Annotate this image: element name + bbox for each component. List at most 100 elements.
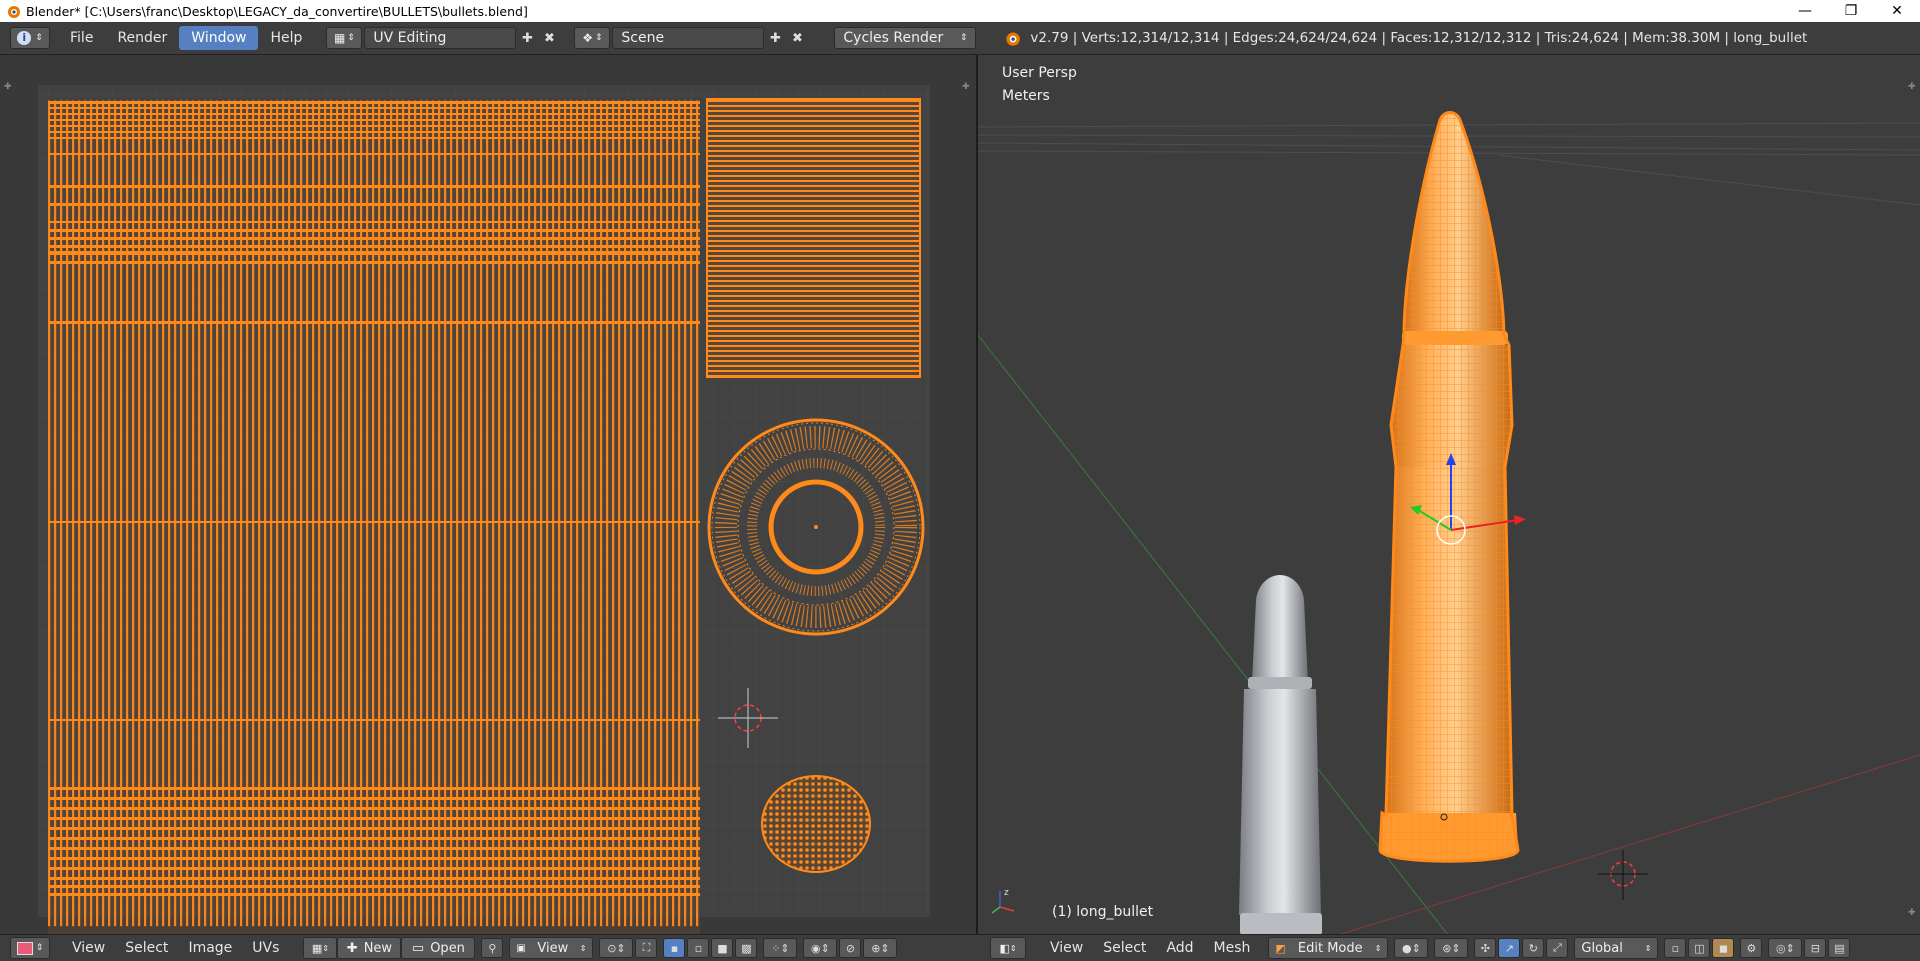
scene-field[interactable]: Scene [612,27,765,49]
edge-select-icon[interactable]: ▫ [687,938,710,958]
axis-gizmo: z [991,888,1015,914]
uv-menu-view[interactable]: View [62,940,115,956]
updown-arrows-icon: ⇕ [35,943,44,953]
scene-label: Scene [621,30,665,46]
pivot-icon[interactable]: ⊙⇕ [599,938,634,958]
menu-window[interactable]: Window [179,26,259,50]
top-menu-bar: i ⇕ File Render Window Help ▦ ⇕ UV Editin… [0,22,1920,55]
scene-statistics: v2.79 | Verts:12,314/12,314 | Edges:24,6… [1030,30,1808,46]
remove-scene-icon[interactable]: ✖ [786,27,808,49]
folder-icon: ▭ [411,940,425,956]
minimize-button[interactable]: — [1782,0,1828,22]
scroll-arrow-icon[interactable]: ✚ [4,82,12,92]
3d-viewport[interactable]: z ✚ ✚ User Persp Meters (1) long_bullet [978,55,1920,935]
uv-island-base-disc[interactable] [761,775,871,873]
scene-icon: ❖ [582,31,594,45]
proportional-editing-icon[interactable]: ◎⇕ [1768,938,1803,958]
updown-arrows-icon: ⇕ [959,33,968,43]
3d-cursor[interactable] [1598,850,1648,900]
menu-render[interactable]: Render [105,26,179,50]
uv-island-tip[interactable] [706,98,921,378]
view-mode-dropdown[interactable]: ▣ View ⇕ [509,937,594,959]
sync-selection-icon[interactable]: ⛶ [635,938,658,958]
screen-layout-field[interactable]: UV Editing [364,27,517,49]
editor-type-button[interactable]: i ⇕ [10,27,50,49]
pin-icon[interactable]: ⚲ [481,938,504,958]
add-scene-icon[interactable]: ✚ [764,27,786,49]
blender-logo-icon [8,6,20,18]
uv-menu-image[interactable]: Image [178,940,242,956]
updown-arrows-icon: ⇕ [1374,943,1382,953]
uv-menu-select[interactable]: Select [115,940,178,956]
updown-arrows-icon: ⇕ [1644,943,1652,953]
close-button[interactable]: ✕ [1874,0,1920,22]
scroll-arrow-icon[interactable]: ✚ [1908,908,1916,918]
add-layout-icon[interactable]: ✚ [516,27,538,49]
vertex-select-mode-icon[interactable]: ▫ [1664,938,1687,958]
scroll-arrow-icon[interactable]: ✚ [962,82,970,92]
cube-icon: ◧ [999,941,1010,955]
uv-island-body[interactable] [48,100,700,935]
vp-menu-add[interactable]: Add [1156,940,1203,956]
updown-arrows-icon: ⇕ [1009,943,1017,953]
units-label: Meters [1002,88,1050,104]
long-bullet-mesh[interactable] [1378,111,1520,863]
image-editor-icon [16,941,33,955]
scale-manipulator-icon[interactable]: ⤢ [1546,938,1569,958]
translate-manipulator-icon[interactable]: ↗ [1498,938,1521,958]
new-image-label: New [363,940,393,956]
island-select-icon[interactable]: ▩ [735,938,758,958]
snap-target-icon[interactable]: ⊕⇕ [863,938,898,958]
remove-layout-icon[interactable]: ✖ [538,27,560,49]
interaction-mode-select[interactable]: ◩ Edit Mode ⇕ [1268,937,1389,959]
edge-select-mode-icon[interactable]: ◫ [1688,938,1711,958]
short-bullet-mesh[interactable] [1239,575,1322,935]
shading-mode-icon[interactable]: ●⇕ [1394,938,1429,958]
snap-toggle-icon[interactable]: ⚙ [1740,938,1763,958]
uv-menu-uvs[interactable]: UVs [242,940,289,956]
transform-orientation-label: Global [1581,940,1623,956]
view-mode-icon: ▣ [516,942,526,954]
pivot-point-icon[interactable]: ⊛⇕ [1434,938,1469,958]
uv-editor-type-button[interactable]: ⇕ [10,937,50,959]
svg-text:z: z [1004,888,1009,898]
updown-arrows-icon: ⇕ [579,943,587,953]
menu-help[interactable]: Help [258,26,314,50]
scroll-arrow-icon[interactable]: ✚ [1908,82,1916,92]
y-axis-line [978,334,1449,935]
updown-arrows-icon: ⇕ [322,943,329,953]
bottom-header-bar: ⇕ View Select Image UVs ▦ ⇕ ✚ New ▭ Open ⚲ … [0,934,1920,961]
menu-file[interactable]: File [58,26,105,50]
sticky-select-icon[interactable]: ⁘⇕ [763,938,798,958]
proportional-edit-icon[interactable]: ◉⇕ [803,938,838,958]
manipulator-toggle-icon[interactable]: ✣ [1474,938,1497,958]
rotate-manipulator-icon[interactable]: ↻ [1522,938,1545,958]
view-type-label: User Persp [1002,65,1077,81]
vertex-select-icon[interactable]: ▪ [663,938,686,958]
restore-button[interactable]: ❐ [1828,0,1874,22]
viewport-editor-type-button[interactable]: ◧ ⇕ [990,937,1026,959]
active-object-label: (1) long_bullet [1052,904,1154,920]
face-select-icon[interactable]: ■ [711,938,734,958]
scene-type-button[interactable]: ❖ ⇕ [574,27,611,49]
snap-element-icon[interactable]: ⊟ [1804,938,1827,958]
screen-layout-label: UV Editing [373,30,447,46]
uv-image-editor[interactable]: ✚ ✚ [0,55,976,935]
render-preview-icon[interactable]: ▤ [1828,938,1851,958]
image-browse-icon: ▦ [311,941,323,955]
face-select-mode-icon[interactable]: ◼ [1712,938,1735,958]
snap-icon[interactable]: ⊘ [839,938,862,958]
vp-menu-select[interactable]: Select [1093,940,1156,956]
screen-layout-type-button[interactable]: ▦ ⇕ [326,27,363,49]
new-image-button[interactable]: ✚ New [337,937,402,959]
transform-orientation-select[interactable]: Global ⇕ [1574,937,1659,959]
blender-logo-icon [1006,32,1021,46]
updown-arrows-icon: ⇕ [595,33,603,43]
vp-menu-view[interactable]: View [1040,940,1093,956]
render-engine-select[interactable]: Cycles Render ⇕ [834,27,977,49]
vp-menu-mesh[interactable]: Mesh [1204,940,1261,956]
info-icon: i [17,31,32,45]
open-image-button[interactable]: ▭ Open [401,937,476,959]
updown-arrows-icon: ⇕ [35,33,43,43]
image-browse-button[interactable]: ▦ ⇕ [303,937,338,959]
